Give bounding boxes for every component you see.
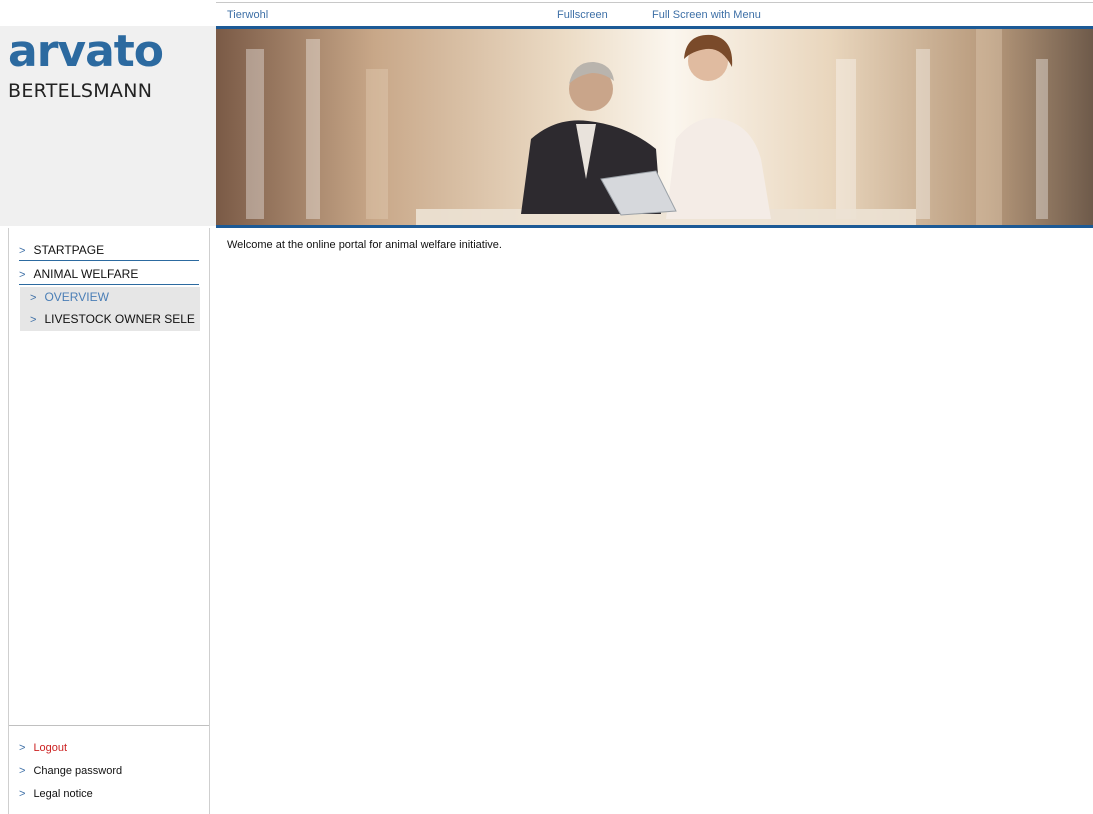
- sidebar-subnav: > OVERVIEW > LIVESTOCK OWNER SELE: [20, 287, 200, 331]
- woman-figure: [600, 34, 771, 219]
- legal-notice-link[interactable]: > Legal notice: [19, 786, 93, 802]
- sidebar-bottom-divider: [9, 725, 209, 726]
- nav-link-fullscreen-with-menu[interactable]: Full Screen with Menu: [652, 9, 761, 21]
- banner-photo: [246, 29, 1048, 225]
- sidebar-item-label: STARTPAGE: [33, 243, 105, 257]
- welcome-message: Welcome at the online portal for animal …: [227, 239, 502, 251]
- change-password-link[interactable]: > Change password: [19, 763, 122, 779]
- chevron-right-icon: >: [19, 765, 26, 777]
- sidebar-item-label: ANIMAL WELFARE: [33, 267, 139, 281]
- logout-label: Logout: [33, 742, 68, 754]
- logo-panel: arvato BERTELSMANN: [0, 26, 216, 226]
- legal-notice-label: Legal notice: [33, 788, 93, 800]
- chevron-right-icon: >: [30, 314, 37, 326]
- sidebar-item-animal-welfare[interactable]: > ANIMAL WELFARE: [19, 264, 199, 285]
- chevron-right-icon: >: [30, 292, 37, 304]
- chevron-right-icon: >: [19, 788, 26, 800]
- sidebar-subitem-overview[interactable]: > OVERVIEW: [30, 287, 109, 308]
- brand-subtitle: BERTELSMANN: [8, 80, 153, 102]
- brand-logo[interactable]: arvato: [8, 30, 164, 74]
- header-banner-image: [216, 26, 1093, 228]
- top-divider: [216, 2, 1093, 3]
- chevron-right-icon: >: [19, 742, 26, 754]
- change-password-label: Change password: [33, 765, 123, 777]
- nav-link-tierwohl[interactable]: Tierwohl: [227, 9, 268, 21]
- nav-link-fullscreen[interactable]: Fullscreen: [557, 9, 608, 21]
- chevron-right-icon: >: [19, 245, 26, 257]
- chevron-right-icon: >: [19, 269, 26, 281]
- sidebar-subitem-label: OVERVIEW: [44, 290, 109, 304]
- sidebar-subitem-livestock-owner[interactable]: > LIVESTOCK OWNER SELE: [30, 309, 195, 330]
- sidebar-item-startpage[interactable]: > STARTPAGE: [19, 240, 199, 261]
- sidebar-navigation: > STARTPAGE > ANIMAL WELFARE > OVERVIEW > LI…: [8, 228, 210, 814]
- sidebar-subitem-label: LIVESTOCK OWNER SELE: [44, 312, 195, 326]
- logout-link[interactable]: > Logout: [19, 740, 67, 756]
- top-navigation: Tierwohl Fullscreen Full Screen with Men…: [0, 0, 1093, 26]
